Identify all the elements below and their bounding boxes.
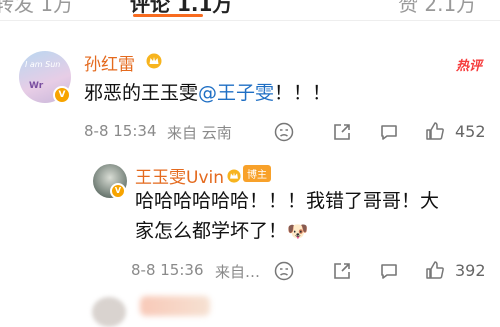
reply-text-line2: 家怎么都学坏了！🐶 [135, 216, 480, 247]
dislike-face-icon[interactable] [274, 122, 294, 142]
comment-tabs: 转发 1万 评论 1.1万 赞 2.1万 [0, 0, 500, 21]
share-icon[interactable] [332, 122, 352, 142]
comment-time: 8-8 15:34 [84, 122, 157, 140]
reply-dislike-face-icon[interactable] [274, 261, 294, 281]
comment-text-prefix: 邪恶的王玉雯 [84, 82, 199, 104]
mention-link[interactable]: @王子雯 [198, 82, 274, 104]
comment-icon[interactable] [379, 122, 399, 142]
reply-verified-badge-icon: V [110, 183, 126, 199]
comment-text: 邪恶的王玉雯@王子雯！！！ [84, 78, 331, 108]
avatar-caption: I am Sun [25, 60, 61, 69]
reply-time: 8-8 15:36 [131, 261, 204, 279]
reply-text-line1: 哈哈哈哈哈哈！！！我错了哥哥！大 [135, 190, 440, 212]
comment-location: 来自 云南 [167, 124, 232, 142]
like-icon[interactable] [425, 121, 445, 141]
next-comment-avatar [92, 297, 126, 327]
tab-likes[interactable]: 赞 2.1万 [398, 0, 476, 17]
comment-author-name[interactable]: 孙红雷 [84, 50, 135, 75]
reply-text-line2-text: 家怎么都学坏了！ [135, 220, 288, 242]
reply-vip-crown-icon [227, 169, 241, 183]
like-count: 452 [455, 122, 486, 141]
blogger-label: 博主 [243, 165, 271, 182]
reply-author-name[interactable]: 王玉雯Uvin [135, 163, 224, 188]
avatar-mark: Wr [29, 81, 44, 91]
reply-location: 来自… [215, 263, 261, 281]
reply-like-count: 392 [455, 261, 486, 280]
dog-emoji-icon: 🐶 [287, 222, 309, 242]
blogger-badge: 博主 [227, 165, 271, 185]
comment-text-suffix: ！！！ [274, 82, 332, 104]
reply-share-icon[interactable] [332, 261, 352, 281]
next-comment-name [140, 296, 210, 316]
vip-crown-icon [146, 53, 162, 69]
active-tab-indicator [133, 14, 203, 17]
reply-comment-icon[interactable] [379, 261, 399, 281]
hot-comment-badge: 热评 [455, 59, 482, 74]
reply-text: 哈哈哈哈哈哈！！！我错了哥哥！大 家怎么都学坏了！🐶 [135, 186, 480, 247]
reply-like-icon[interactable] [425, 260, 445, 280]
tab-reposts[interactable]: 转发 1万 [0, 0, 73, 17]
verified-badge-icon: V [53, 86, 71, 104]
